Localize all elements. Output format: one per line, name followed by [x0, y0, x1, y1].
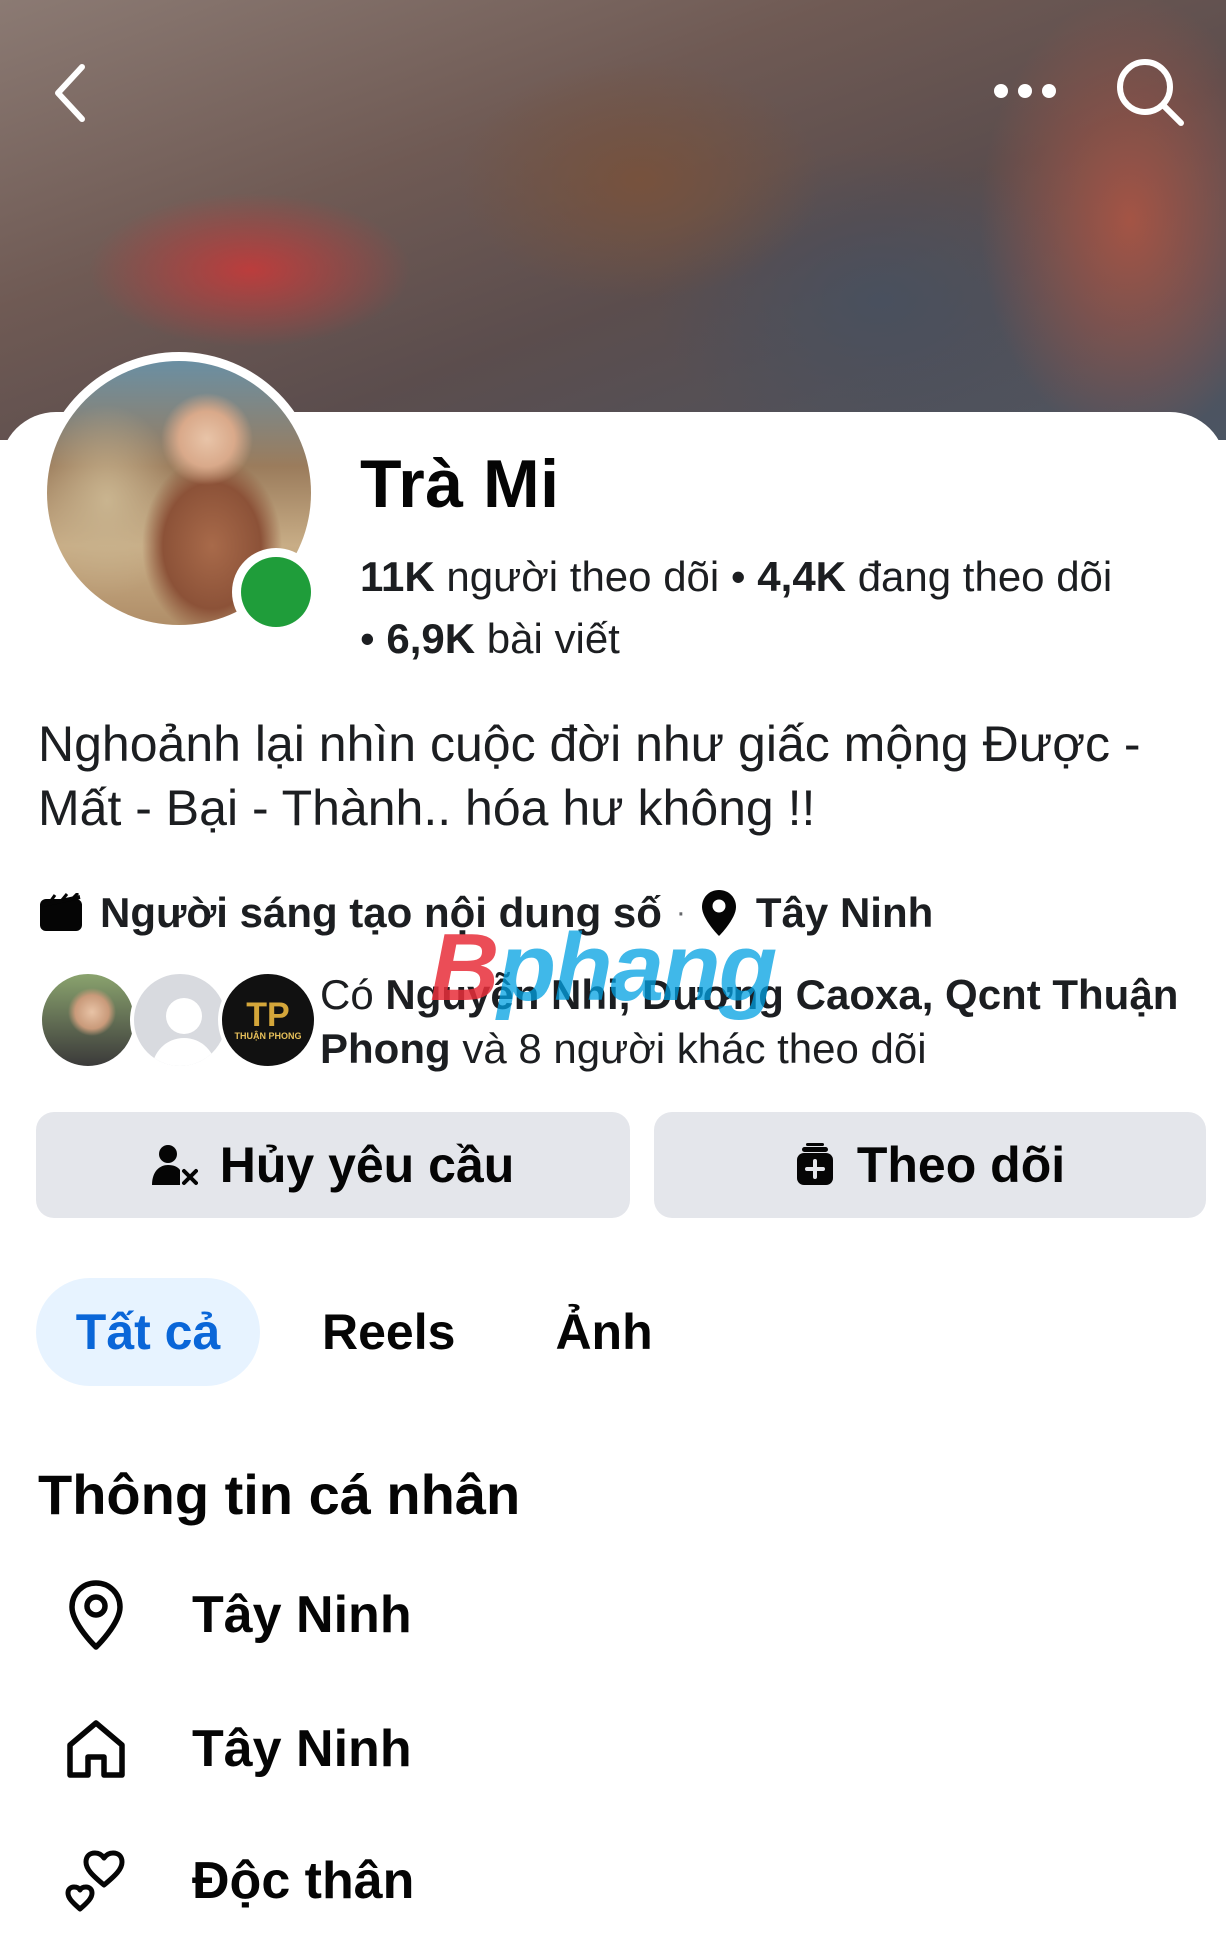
about-item-text: Tây Ninh — [192, 1586, 412, 1644]
follow-label: Theo dõi — [856, 1137, 1066, 1193]
follow-button[interactable]: Theo dõi — [654, 1112, 1206, 1218]
mutual-avatar-logo: TP THUẬN PHONG — [218, 970, 318, 1070]
online-status-dot — [232, 548, 320, 636]
watermark-logo: Bphang — [430, 914, 777, 1021]
profile-name: Trà Mi — [360, 446, 560, 522]
tab-photos[interactable]: Ảnh — [517, 1278, 690, 1386]
location-pin-icon — [58, 1577, 134, 1653]
profile-stats: 11K người theo dõi • 4,4K đang theo dõi … — [360, 553, 1113, 662]
user-cancel-icon — [151, 1143, 198, 1187]
posts-count: 6,9K — [386, 615, 476, 662]
about-item-current-city[interactable]: Tây Ninh — [58, 1570, 1158, 1660]
followers-label[interactable]: người theo dõi — [446, 553, 719, 600]
logo-caption: THUẬN PHONG — [234, 1031, 302, 1042]
about-item-text: Tây Ninh — [192, 1720, 412, 1778]
about-item-text: Độc thân — [192, 1852, 415, 1910]
following-count[interactable]: 4,4K — [757, 553, 846, 600]
logo-initials: TP — [246, 996, 290, 1035]
following-label[interactable]: đang theo dõi — [858, 553, 1113, 600]
mutual-avatar-default — [130, 970, 230, 1070]
cancel-request-button[interactable]: Hủy yêu cầu — [36, 1112, 630, 1218]
cancel-request-label: Hủy yêu cầu — [219, 1137, 515, 1193]
tab-all[interactable]: Tất cả — [36, 1278, 260, 1386]
posts-label: bài viết — [486, 615, 620, 662]
search-icon[interactable] — [1110, 52, 1190, 132]
profile-bio: Nghoảnh lại nhìn cuộc đời như giấc mộng … — [38, 716, 1141, 836]
about-item-hometown[interactable]: Tây Ninh — [58, 1704, 1158, 1794]
chevron-left-icon[interactable] — [40, 58, 100, 128]
follow-feed-icon — [795, 1143, 835, 1187]
home-icon — [58, 1711, 134, 1787]
clapperboard-icon — [38, 893, 84, 933]
more-horizontal-icon[interactable] — [980, 66, 1070, 116]
followers-count[interactable]: 11K — [360, 553, 435, 600]
about-section-title: Thông tin cá nhân — [38, 1463, 521, 1526]
tab-reels[interactable]: Reels — [284, 1278, 493, 1386]
relationship-hearts-icon — [58, 1843, 134, 1919]
meta-location[interactable]: Tây Ninh — [756, 889, 933, 937]
profile-tabs: Tất cả Reels Ảnh — [36, 1278, 715, 1386]
mutual-avatar — [38, 970, 138, 1070]
about-item-relationship[interactable]: Độc thân — [58, 1836, 1158, 1926]
